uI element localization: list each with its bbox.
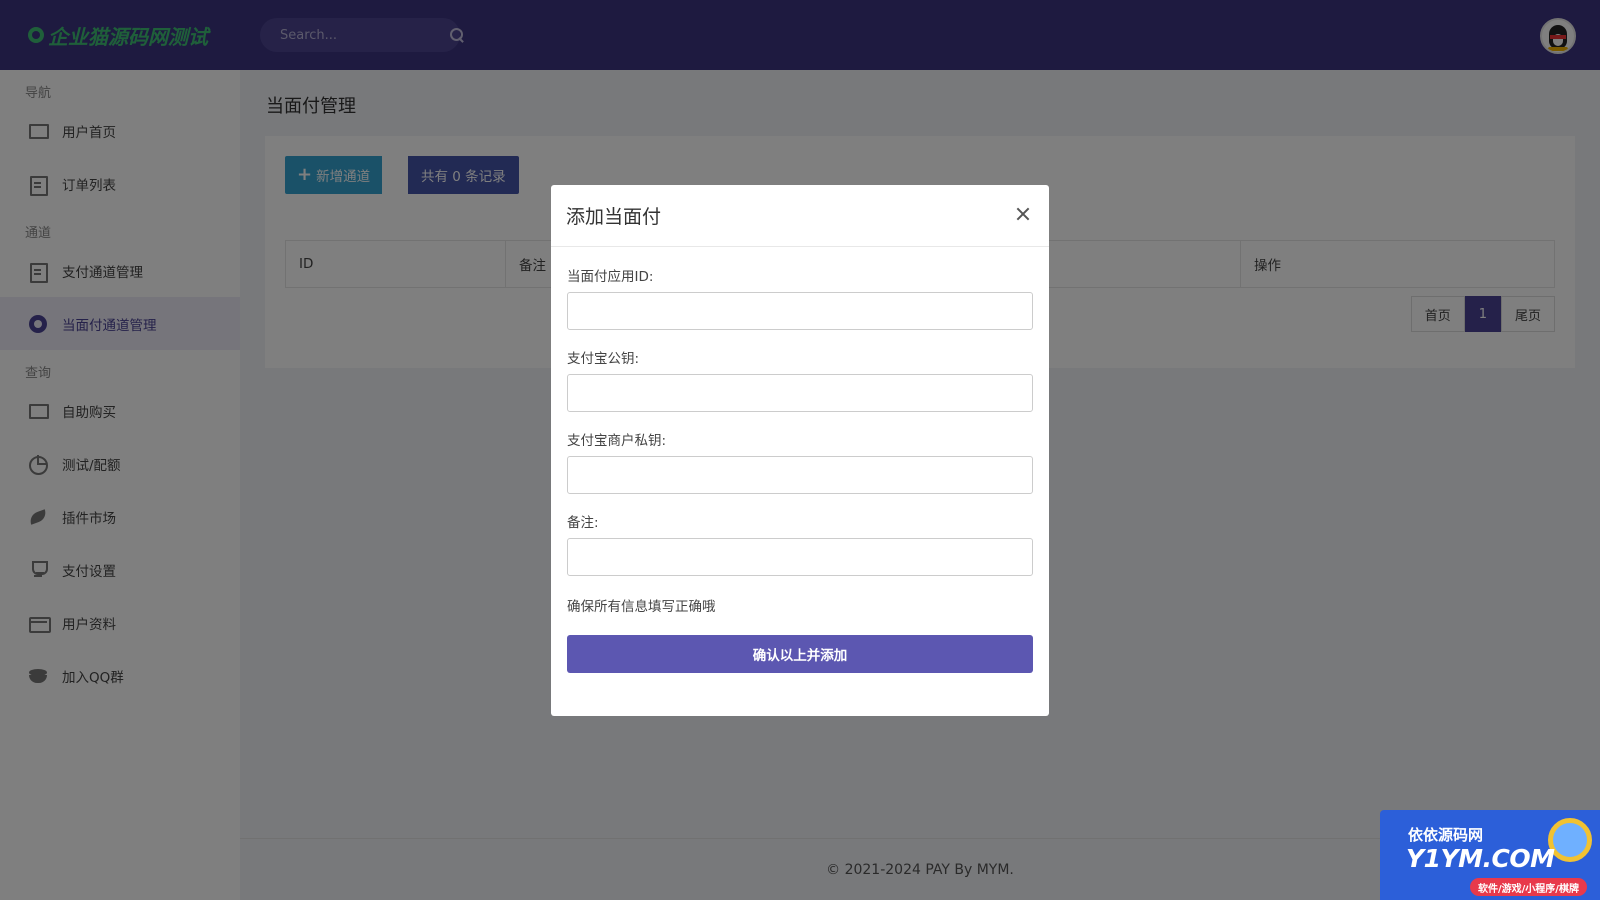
watermark-badge: 依依源码网 Y1YM.COM 软件/游戏/小程序/棋牌	[1380, 810, 1600, 900]
merchant-private-key-label: 支付宝商户私钥:	[567, 433, 667, 449]
remark-input[interactable]	[567, 538, 1033, 576]
dialog-body: 当面付应用ID: 支付宝公钥: 支付宝商户私钥: 备注: 确保所有信息填写正确哦…	[551, 247, 1049, 673]
app-id-label: 当面付应用ID:	[567, 269, 654, 285]
watermark-tagline: 软件/游戏/小程序/棋牌	[1470, 878, 1587, 896]
dialog-title: 添加当面付	[566, 206, 662, 228]
add-f2f-dialog: 添加当面付 当面付应用ID: 支付宝公钥: 支付宝商户私钥: 备注: 确保所有信…	[551, 185, 1049, 716]
magnifier-icon	[1548, 818, 1592, 862]
alipay-public-key-label: 支付宝公钥:	[567, 351, 640, 367]
dialog-header: 添加当面付	[551, 185, 1049, 247]
merchant-private-key-input[interactable]	[567, 456, 1033, 494]
watermark-domain: Y1YM.COM	[1406, 844, 1555, 873]
close-icon[interactable]	[1015, 206, 1031, 222]
app-id-input[interactable]	[567, 292, 1033, 330]
confirm-note: 确保所有信息填写正确哦	[567, 599, 716, 615]
remark-label: 备注:	[567, 515, 599, 531]
alipay-public-key-input[interactable]	[567, 374, 1033, 412]
confirm-add-button[interactable]: 确认以上并添加	[567, 635, 1033, 673]
watermark-title: 依依源码网	[1408, 826, 1484, 844]
